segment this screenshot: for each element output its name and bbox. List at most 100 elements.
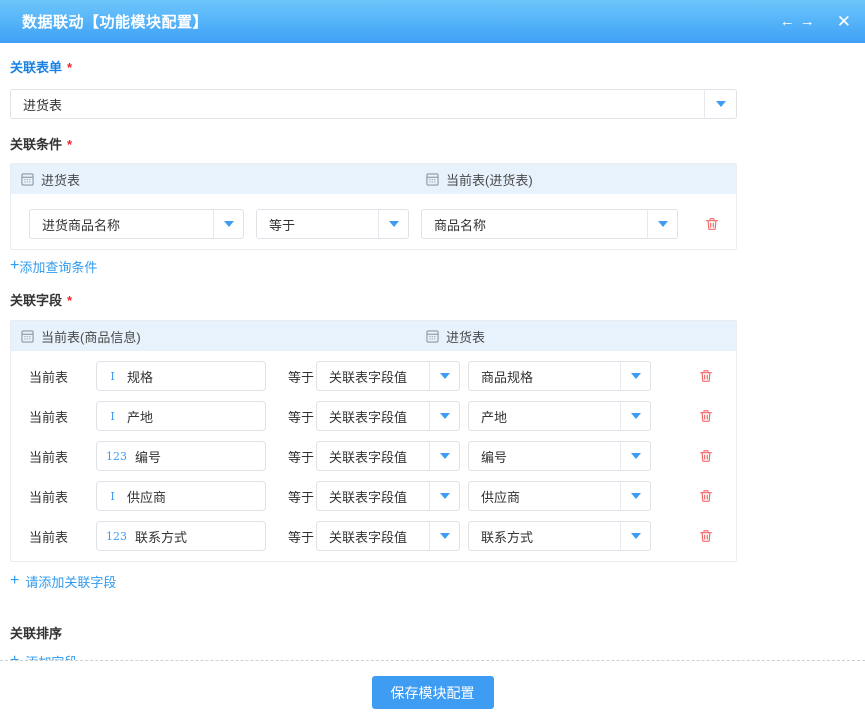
caret-cell [620,362,650,390]
required-asterisk: * [67,60,72,75]
chevron-down-icon [440,453,450,459]
trash-icon [698,528,714,544]
add-field-mapping-link[interactable]: +请添加关联字段 [10,572,116,590]
add-sort-field-link[interactable]: +添加字段 [10,652,77,660]
chevron-down-icon [440,493,450,499]
related-form-select[interactable]: 进货表 [10,89,737,119]
field-name-box[interactable]: I 供应商 [96,481,266,511]
plus-icon: + [10,573,19,589]
chevron-down-icon [631,413,641,419]
field-value-select[interactable]: 联系方式 [468,521,651,551]
add-condition-link[interactable]: +添加查询条件 [10,257,97,275]
condition-row: 进货商品名称 等于 商品名称 [29,209,736,239]
current-table-label: 当前表 [29,447,96,466]
delete-row-button[interactable] [698,528,714,544]
chevron-down-icon [716,101,726,107]
current-table-label: 当前表 [29,407,96,426]
conditions-table-body: 进货商品名称 等于 商品名称 [11,194,736,249]
field-value-select[interactable]: 产地 [468,401,651,431]
trash-icon [698,408,714,424]
conditions-table-header: 进货表 当前表(进货表) [11,164,736,194]
field-source-select[interactable]: 关联表字段值 [316,441,460,471]
current-table-label: 当前表 [29,487,96,506]
plus-icon: + [10,258,19,274]
field-source-select[interactable]: 关联表字段值 [316,481,460,511]
current-table-label: 当前表 [29,367,96,386]
field-name-box[interactable]: 123 联系方式 [96,521,266,551]
field-source-select[interactable]: 关联表字段值 [316,521,460,551]
field-type-icon: I [106,411,119,422]
fields-label: 关联字段* [10,293,737,309]
operator-label: 等于 [288,487,316,506]
field-type-icon: I [106,491,119,502]
sort-label: 关联排序 [10,626,737,642]
resize-toggle-button[interactable]: ← → [780,13,815,30]
related-form-value: 进货表 [11,90,704,118]
caret-cell [620,402,650,430]
caret-cell [704,90,736,118]
chevron-down-icon [631,373,641,379]
caret-cell [213,210,243,238]
current-table-label: 当前表 [29,527,96,546]
delete-row-button[interactable] [698,408,714,424]
chevron-down-icon [224,221,234,227]
field-source-select[interactable]: 关联表字段值 [316,361,460,391]
field-name-box[interactable]: I 规格 [96,361,266,391]
field-value-select[interactable]: 供应商 [468,481,651,511]
arrow-left-icon: ← [780,13,795,30]
required-asterisk: * [67,293,72,308]
chevron-down-icon [440,413,450,419]
condition-target-field-select[interactable]: 商品名称 [421,209,678,239]
chevron-down-icon [631,493,641,499]
delete-condition-button[interactable] [704,216,720,232]
chevron-down-icon [658,221,668,227]
delete-row-button[interactable] [698,448,714,464]
chevron-down-icon [389,221,399,227]
delete-row-button[interactable] [698,488,714,504]
field-type-icon: I [106,371,119,382]
caret-cell [429,482,459,510]
close-icon[interactable]: ✕ [837,13,851,30]
field-mapping-row: 当前表 I 产地 等于 关联表字段值 产地 [29,401,736,431]
trash-icon [698,448,714,464]
conditions-label: 关联条件* [10,137,737,153]
form-icon [426,330,439,343]
arrow-right-icon: → [800,13,815,30]
caret-cell [620,442,650,470]
caret-cell [429,402,459,430]
chevron-down-icon [631,533,641,539]
condition-operator-select[interactable]: 等于 [256,209,409,239]
plus-icon: + [10,653,19,660]
field-mapping-row: 当前表 123 编号 等于 关联表字段值 编号 [29,441,736,471]
fields-column-source: 进货表 [426,327,485,346]
caret-cell [429,522,459,550]
field-type-icon: 123 [106,531,127,542]
field-source-select[interactable]: 关联表字段值 [316,401,460,431]
field-name-box[interactable]: I 产地 [96,401,266,431]
caret-cell [429,442,459,470]
required-asterisk: * [67,137,72,152]
dialog-footer: 保存模块配置 [0,660,865,714]
field-value-select[interactable]: 编号 [468,441,651,471]
save-module-config-button[interactable]: 保存模块配置 [372,676,494,709]
chevron-down-icon [440,533,450,539]
dialog-title: 数据联动【功能模块配置】 [22,11,780,32]
caret-cell [378,210,408,238]
field-type-icon: 123 [106,451,127,462]
delete-row-button[interactable] [698,368,714,384]
field-mapping-row: 当前表 I 规格 等于 关联表字段值 商品规格 [29,361,736,391]
conditions-table: 进货表 当前表(进货表) 进货商品名称 等于 [10,163,737,250]
caret-cell [647,210,677,238]
dialog-body: 关联表单* 进货表 关联条件* 进货表 当前表(进货表) [0,43,865,660]
operator-label: 等于 [288,527,316,546]
field-name-box[interactable]: 123 编号 [96,441,266,471]
field-value-select[interactable]: 商品规格 [468,361,651,391]
conditions-column-source: 进货表 [21,170,80,189]
condition-field-select[interactable]: 进货商品名称 [29,209,244,239]
fields-column-current: 当前表(商品信息) [21,327,141,346]
operator-label: 等于 [288,407,316,426]
trash-icon [698,368,714,384]
chevron-down-icon [440,373,450,379]
chevron-down-icon [631,453,641,459]
fields-table-header: 当前表(商品信息) 进货表 [11,321,736,351]
